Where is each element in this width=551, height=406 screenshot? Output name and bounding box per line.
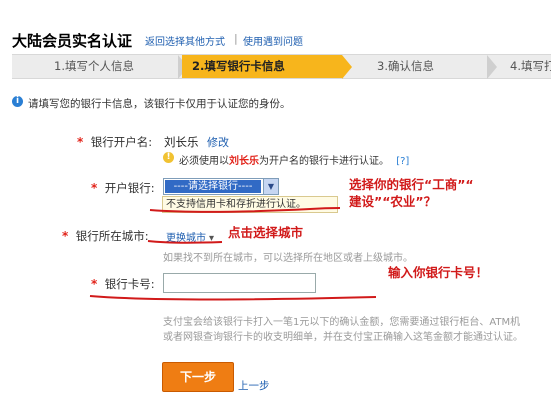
city-underline — [147, 240, 223, 244]
card-underline — [89, 295, 377, 301]
annotation-lines — [89, 207, 377, 301]
city-annotation: 点击选择城市 — [228, 225, 304, 240]
card-annotation: 输入你银行卡号！ — [388, 265, 489, 280]
bank-underline — [149, 207, 341, 213]
bank-annotation-line2: 建设”“农业”？ — [349, 194, 437, 209]
